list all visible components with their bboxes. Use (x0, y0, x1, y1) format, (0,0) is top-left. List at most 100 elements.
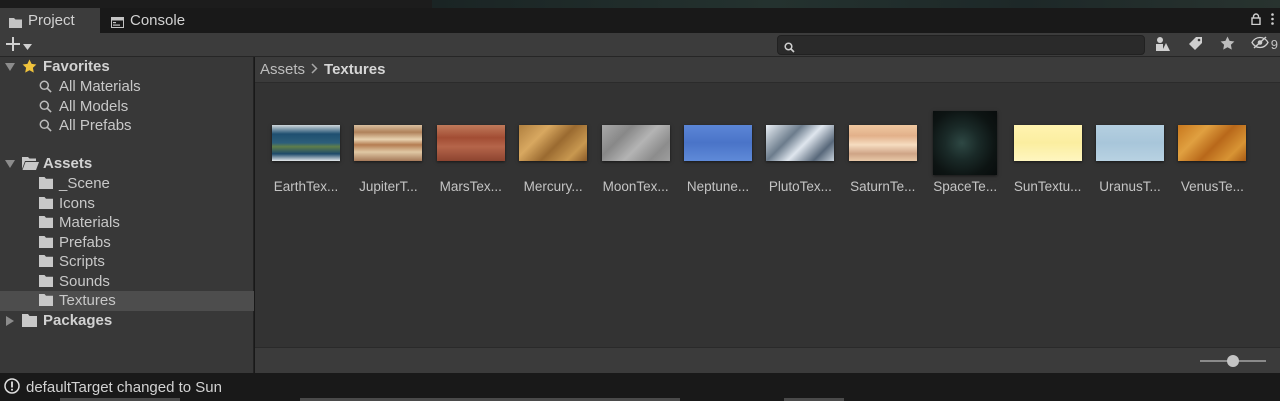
tab-console-label: Console (130, 12, 186, 29)
status-message[interactable]: defaultTarget changed to Sun (26, 379, 222, 396)
tree-item-icons[interactable]: Icons (0, 194, 254, 214)
menu-kebab-icon[interactable] (1271, 12, 1274, 28)
expanded-arrow-icon[interactable] (5, 159, 15, 169)
tree-item-all-models[interactable]: All Models (0, 97, 254, 117)
asset-tile[interactable]: SpaceTe... (916, 97, 998, 194)
tree-item-materials[interactable]: Materials (0, 213, 254, 233)
eye-slash-icon (1251, 36, 1269, 52)
scene-preview (432, 0, 1280, 8)
asset-tile[interactable]: PlutoTex... (751, 97, 835, 194)
chevron-down-icon (23, 37, 32, 53)
collapsed-arrow-icon[interactable] (5, 316, 15, 326)
warning-icon (4, 377, 20, 397)
tree-item-packages[interactable]: Packages (0, 311, 254, 331)
breadcrumb-assets[interactable]: Assets (260, 61, 305, 78)
expanded-arrow-icon[interactable] (5, 62, 15, 72)
favorites-filter-button[interactable] (1214, 35, 1240, 55)
asset-tile[interactable]: SaturnTe... (834, 97, 917, 194)
status-bar: defaultTarget changed to Sun (0, 373, 1280, 401)
tree-label: Materials (59, 214, 120, 231)
asset-tile[interactable]: UranusT... (1081, 97, 1164, 194)
plus-icon (6, 36, 20, 54)
tree-item-prefabs[interactable]: Prefabs (0, 233, 254, 253)
asset-tile[interactable]: Neptune... (669, 97, 752, 194)
chevron-right-icon (311, 61, 318, 78)
search-icon (39, 100, 52, 113)
search-input[interactable] (777, 35, 1145, 55)
tree-item-textures[interactable]: Textures (0, 291, 254, 311)
asset-tile[interactable]: MarsTex... (422, 97, 505, 194)
tree-label-favorites: Favorites (43, 58, 110, 75)
tab-console[interactable]: Console (102, 8, 202, 33)
texture-thumbnail[interactable] (1178, 125, 1247, 161)
tree-label: _Scene (59, 175, 110, 192)
texture-thumbnail[interactable] (933, 111, 998, 175)
search-icon (39, 119, 52, 132)
asset-browser-footer (255, 347, 1280, 373)
breadcrumb: Assets Textures (255, 57, 1280, 83)
star-icon (22, 59, 37, 74)
tabbar-controls (1251, 12, 1274, 28)
folder-icon (39, 216, 53, 228)
tree-label-packages: Packages (43, 312, 113, 329)
texture-thumbnail[interactable] (1013, 125, 1082, 161)
console-icon (111, 15, 124, 28)
texture-thumbnail[interactable] (601, 125, 670, 161)
tab-project[interactable]: Project (0, 8, 100, 33)
texture-thumbnail[interactable] (272, 125, 340, 161)
scene-view-strip (0, 0, 1280, 8)
window-tab-bar: Project Console (0, 8, 1280, 33)
zoom-slider[interactable] (1200, 355, 1266, 367)
hidden-packages-toggle[interactable]: 9 (1251, 36, 1278, 52)
folder-icon (39, 255, 53, 267)
zoom-slider-handle[interactable] (1227, 355, 1239, 367)
tree-item-all-materials[interactable]: All Materials (0, 77, 254, 97)
tree-item-all-prefabs[interactable]: All Prefabs (0, 116, 254, 136)
texture-thumbnail[interactable] (436, 125, 505, 161)
asset-tile[interactable]: Mercury... (504, 97, 588, 194)
folder-icon (39, 196, 53, 209)
asset-tile[interactable]: SunTextu... (999, 97, 1082, 194)
tree-label: All Models (59, 97, 129, 115)
tree-label: All Materials (59, 78, 141, 95)
texture-thumbnail[interactable] (684, 125, 752, 161)
asset-tile[interactable]: MoonTex... (587, 97, 670, 194)
breadcrumb-current[interactable]: Textures (324, 61, 385, 78)
tree-item-favorites[interactable]: Favorites (0, 57, 254, 77)
folder-icon (39, 235, 53, 248)
tree-item-scene[interactable]: _Scene (0, 174, 254, 194)
folder-icon (39, 274, 53, 287)
lock-icon[interactable] (1251, 12, 1261, 28)
tree-label: Scripts (59, 253, 105, 270)
folder-icon (9, 15, 22, 28)
tree-label-assets: Assets (43, 155, 93, 172)
tree-label: All Prefabs (59, 117, 132, 134)
asset-tile[interactable]: VenusTe... (1163, 97, 1247, 194)
folder-icon (39, 294, 53, 306)
search-icon (784, 40, 795, 56)
tree-label: Prefabs (59, 233, 111, 251)
texture-thumbnail[interactable] (354, 125, 423, 161)
filter-by-type-button[interactable] (1150, 35, 1176, 55)
tree-item-assets[interactable]: Assets (0, 154, 254, 174)
tree-label: Icons (59, 194, 95, 212)
texture-thumbnail[interactable] (519, 125, 588, 161)
filter-by-label-button[interactable] (1182, 35, 1208, 55)
asset-browser: Assets Textures EarthTex... JupiterT... Ma… (255, 57, 1280, 373)
tree-label: Sounds (59, 272, 110, 290)
tag-icon (1188, 36, 1203, 54)
texture-thumbnail[interactable] (766, 125, 835, 161)
asset-tile[interactable]: JupiterT... (339, 97, 423, 194)
texture-thumbnail[interactable] (1096, 125, 1164, 161)
tree-item-sounds[interactable]: Sounds (0, 272, 254, 292)
texture-thumbnail[interactable] (848, 125, 917, 161)
tree-item-scripts[interactable]: Scripts (0, 252, 254, 272)
project-toolbar: 9 (0, 33, 1280, 57)
create-button[interactable] (6, 35, 40, 55)
project-folder-tree: Favorites All Materials All Models All P… (0, 57, 254, 373)
folder-icon (39, 177, 53, 189)
star-icon (1220, 36, 1235, 54)
tab-project-label: Project (28, 12, 75, 29)
asset-tile[interactable]: EarthTex... (257, 97, 340, 194)
hidden-count-label: 9 (1270, 36, 1278, 52)
